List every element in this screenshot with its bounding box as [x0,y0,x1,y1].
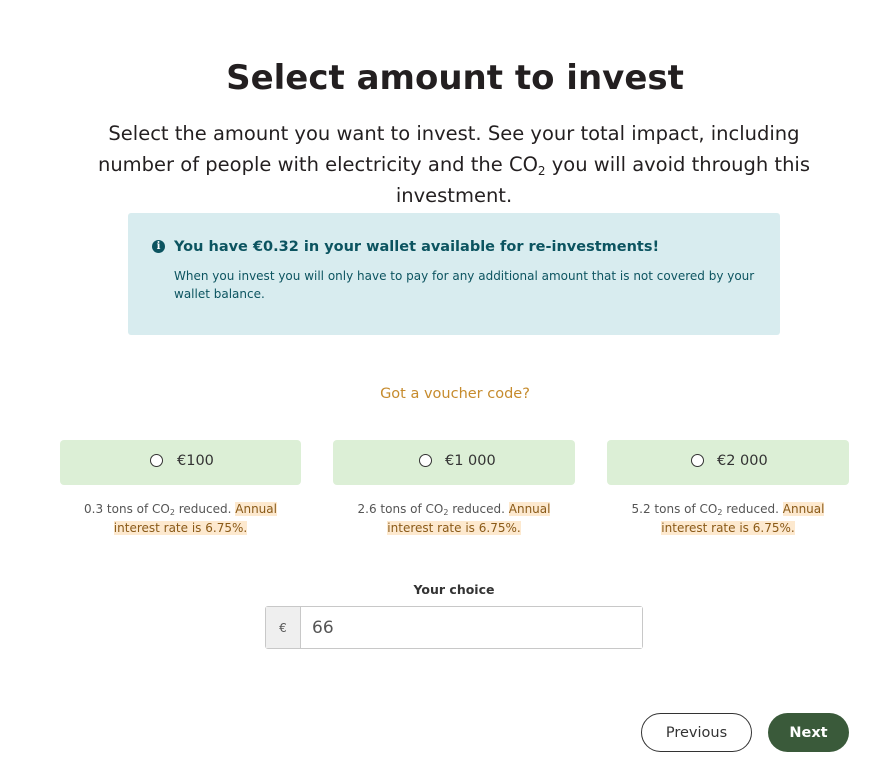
your-choice-label: Your choice [413,582,495,597]
wallet-notice: i You have €0.32 in your wallet availabl… [128,213,780,335]
impact-text: 2.6 tons of CO [357,502,444,516]
impact-text: reduced. [448,502,509,516]
amount-option-2000[interactable]: €2 000 [607,440,849,485]
next-button[interactable]: Next [768,713,849,752]
page-title: Select amount to invest [226,58,684,98]
amount-option-label: €2 000 [717,453,768,469]
impact-text-1000: 2.6 tons of CO2 reduced. Annual interest… [333,500,575,538]
currency-prefix: € [266,607,301,648]
radio-100[interactable] [150,454,163,467]
amount-option-1000[interactable]: €1 000 [333,440,575,485]
impact-text-100: 0.3 tons of CO2 reduced. Annual interest… [60,500,301,538]
page-subtitle: Select the amount you want to invest. Se… [70,118,838,211]
amount-option-100[interactable]: €100 [60,440,301,485]
radio-2000[interactable] [691,454,704,467]
amount-option-label: €1 000 [445,453,496,469]
wallet-notice-text: When you invest you will only have to pa… [174,269,755,301]
info-icon: i [152,240,165,253]
impact-text: 5.2 tons of CO [631,502,718,516]
previous-button[interactable]: Previous [641,713,752,752]
radio-1000[interactable] [419,454,432,467]
voucher-code-link[interactable]: Got a voucher code? [0,386,876,402]
impact-text-2000: 5.2 tons of CO2 reduced. Annual interest… [607,500,849,538]
custom-amount-group: € [265,606,643,649]
impact-text: reduced. [722,502,783,516]
impact-text: reduced. [174,502,236,516]
wallet-notice-title: You have €0.32 in your wallet available … [174,239,660,255]
custom-amount-input[interactable] [301,607,642,648]
amount-option-label: €100 [177,453,214,469]
impact-text: 0.3 tons of CO [84,502,170,516]
subtitle-subscript: 2 [537,164,546,178]
